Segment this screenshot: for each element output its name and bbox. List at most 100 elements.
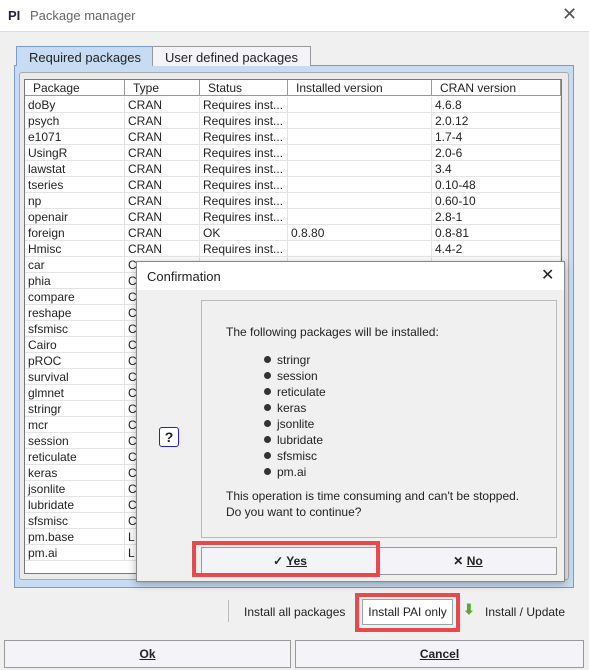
cancel-button[interactable]: Cancel — [295, 640, 584, 668]
install-update-button[interactable]: Install / Update — [485, 605, 565, 619]
table-row[interactable]: lawstat CRAN Requires inst... 3.4 — [25, 161, 561, 177]
ok-label: Ok — [139, 647, 156, 661]
cell-package: lubridate — [25, 497, 125, 513]
cell-type: CRAN — [125, 177, 200, 193]
column-header-package[interactable]: Package — [25, 80, 125, 96]
cell-package: pm.base — [25, 529, 125, 545]
table-row[interactable]: openair CRAN Requires inst... 2.8-1 — [25, 209, 561, 225]
cell-status: Requires inst... — [200, 129, 288, 145]
column-header-type[interactable]: Type — [125, 80, 200, 96]
cell-status: Requires inst... — [200, 161, 288, 177]
cell-installed-version — [288, 241, 432, 257]
cell-type: CRAN — [125, 161, 200, 177]
no-button[interactable]: ✕ No — [379, 547, 557, 575]
cell-cran-version: 4.6.8 — [432, 97, 561, 113]
download-arrow-icon: ⬇ — [463, 601, 475, 617]
cell-status: Requires inst... — [200, 177, 288, 193]
cell-cran-version: 0.60-10 — [432, 193, 561, 209]
table-row[interactable]: np CRAN Requires inst... 0.60-10 — [25, 193, 561, 209]
cell-type: CRAN — [125, 225, 200, 241]
cell-status: Requires inst... — [200, 113, 288, 129]
cell-package: reticulate — [25, 449, 125, 465]
cell-status: OK — [200, 225, 288, 241]
install-pai-highlight — [355, 593, 460, 632]
cell-package: phia — [25, 273, 125, 289]
cell-package: pm.ai — [25, 545, 125, 561]
cell-package: keras — [25, 465, 125, 481]
cell-type: CRAN — [125, 241, 200, 257]
cell-installed-version — [288, 209, 432, 225]
cell-package: survival — [25, 369, 125, 385]
cell-status: Requires inst... — [200, 145, 288, 161]
table-row[interactable]: Hmisc CRAN Requires inst... 4.4-2 — [25, 241, 561, 257]
cell-package: car — [25, 257, 125, 273]
dialog-warning: This operation is time consuming and can… — [226, 489, 520, 503]
column-header-status[interactable]: Status — [200, 80, 288, 96]
package-list-item: session — [264, 369, 318, 383]
package-list-item: reticulate — [264, 385, 326, 399]
cell-cran-version: 2.0.12 — [432, 113, 561, 129]
cell-status: Requires inst... — [200, 241, 288, 257]
column-header-cran-version[interactable]: CRAN version — [432, 80, 561, 96]
cell-package: reshape — [25, 305, 125, 321]
table-row[interactable]: foreign CRAN OK 0.8.80 0.8-81 — [25, 225, 561, 241]
cell-installed-version — [288, 177, 432, 193]
dialog-intro: The following packages will be installed… — [226, 325, 439, 339]
cell-installed-version — [288, 193, 432, 209]
cell-package: openair — [25, 209, 125, 225]
cell-type: CRAN — [125, 97, 200, 113]
package-list-item: jsonlite — [264, 417, 314, 431]
cell-type: CRAN — [125, 193, 200, 209]
cell-cran-version: 2.0-6 — [432, 145, 561, 161]
window-title: Package manager — [30, 8, 136, 23]
close-icon[interactable]: ✕ — [562, 4, 577, 25]
package-list-item: lubridate — [264, 433, 323, 447]
cell-status: Requires inst... — [200, 97, 288, 113]
cell-status: Requires inst... — [200, 209, 288, 225]
cell-package: Cairo — [25, 337, 125, 353]
cell-package: np — [25, 193, 125, 209]
cell-package: e1071 — [25, 129, 125, 145]
package-list-item: stringr — [264, 353, 310, 367]
table-row[interactable]: e1071 CRAN Requires inst... 1.7-4 — [25, 129, 561, 145]
cell-type: CRAN — [125, 129, 200, 145]
cell-installed-version — [288, 97, 432, 113]
dialog-close-icon[interactable]: ✕ — [541, 265, 554, 285]
no-label: No — [466, 554, 483, 568]
package-list-item: keras — [264, 401, 306, 415]
cell-package: psych — [25, 113, 125, 129]
cell-cran-version: 3.4 — [432, 161, 561, 177]
table-header: Package Type Status Installed version CRAN v… — [25, 80, 561, 96]
cell-package: sfsmisc — [25, 513, 125, 529]
cell-package: mcr — [25, 417, 125, 433]
table-row[interactable]: psych CRAN Requires inst... 2.0.12 — [25, 113, 561, 129]
cell-installed-version — [288, 161, 432, 177]
install-all-packages-button[interactable]: Install all packages — [244, 605, 345, 619]
question-icon: ? — [159, 427, 179, 447]
yes-highlight — [192, 541, 380, 577]
cell-package: compare — [25, 289, 125, 305]
cell-package: doBy — [25, 97, 125, 113]
cell-package: pROC — [25, 353, 125, 369]
package-list-item: pm.ai — [264, 465, 306, 479]
cell-type: CRAN — [125, 145, 200, 161]
ok-button[interactable]: Ok — [4, 640, 291, 668]
cancel-label: Cancel — [419, 647, 460, 661]
cell-package: Hmisc — [25, 241, 125, 257]
column-header-installed-version[interactable]: Installed version — [288, 80, 432, 96]
tab-required-packages[interactable]: Required packages — [16, 46, 155, 66]
package-list-item: sfsmisc — [264, 449, 317, 463]
tab-user-defined-packages[interactable]: User defined packages — [152, 46, 311, 66]
app-logo-icon: PI — [8, 8, 21, 23]
cell-cran-version: 4.4-2 — [432, 241, 561, 257]
cell-package: glmnet — [25, 385, 125, 401]
cell-cran-version: 1.7-4 — [432, 129, 561, 145]
table-row[interactable]: doBy CRAN Requires inst... 4.6.8 — [25, 97, 561, 113]
cell-installed-version — [288, 145, 432, 161]
cell-package: session — [25, 433, 125, 449]
cell-installed-version — [288, 113, 432, 129]
table-row[interactable]: tseries CRAN Requires inst... 0.10-48 — [25, 177, 561, 193]
confirmation-dialog: Confirmation ✕ ? The following packages … — [136, 261, 565, 582]
table-row[interactable]: UsingR CRAN Requires inst... 2.0-6 — [25, 145, 561, 161]
dialog-question: Do you want to continue? — [226, 505, 362, 519]
